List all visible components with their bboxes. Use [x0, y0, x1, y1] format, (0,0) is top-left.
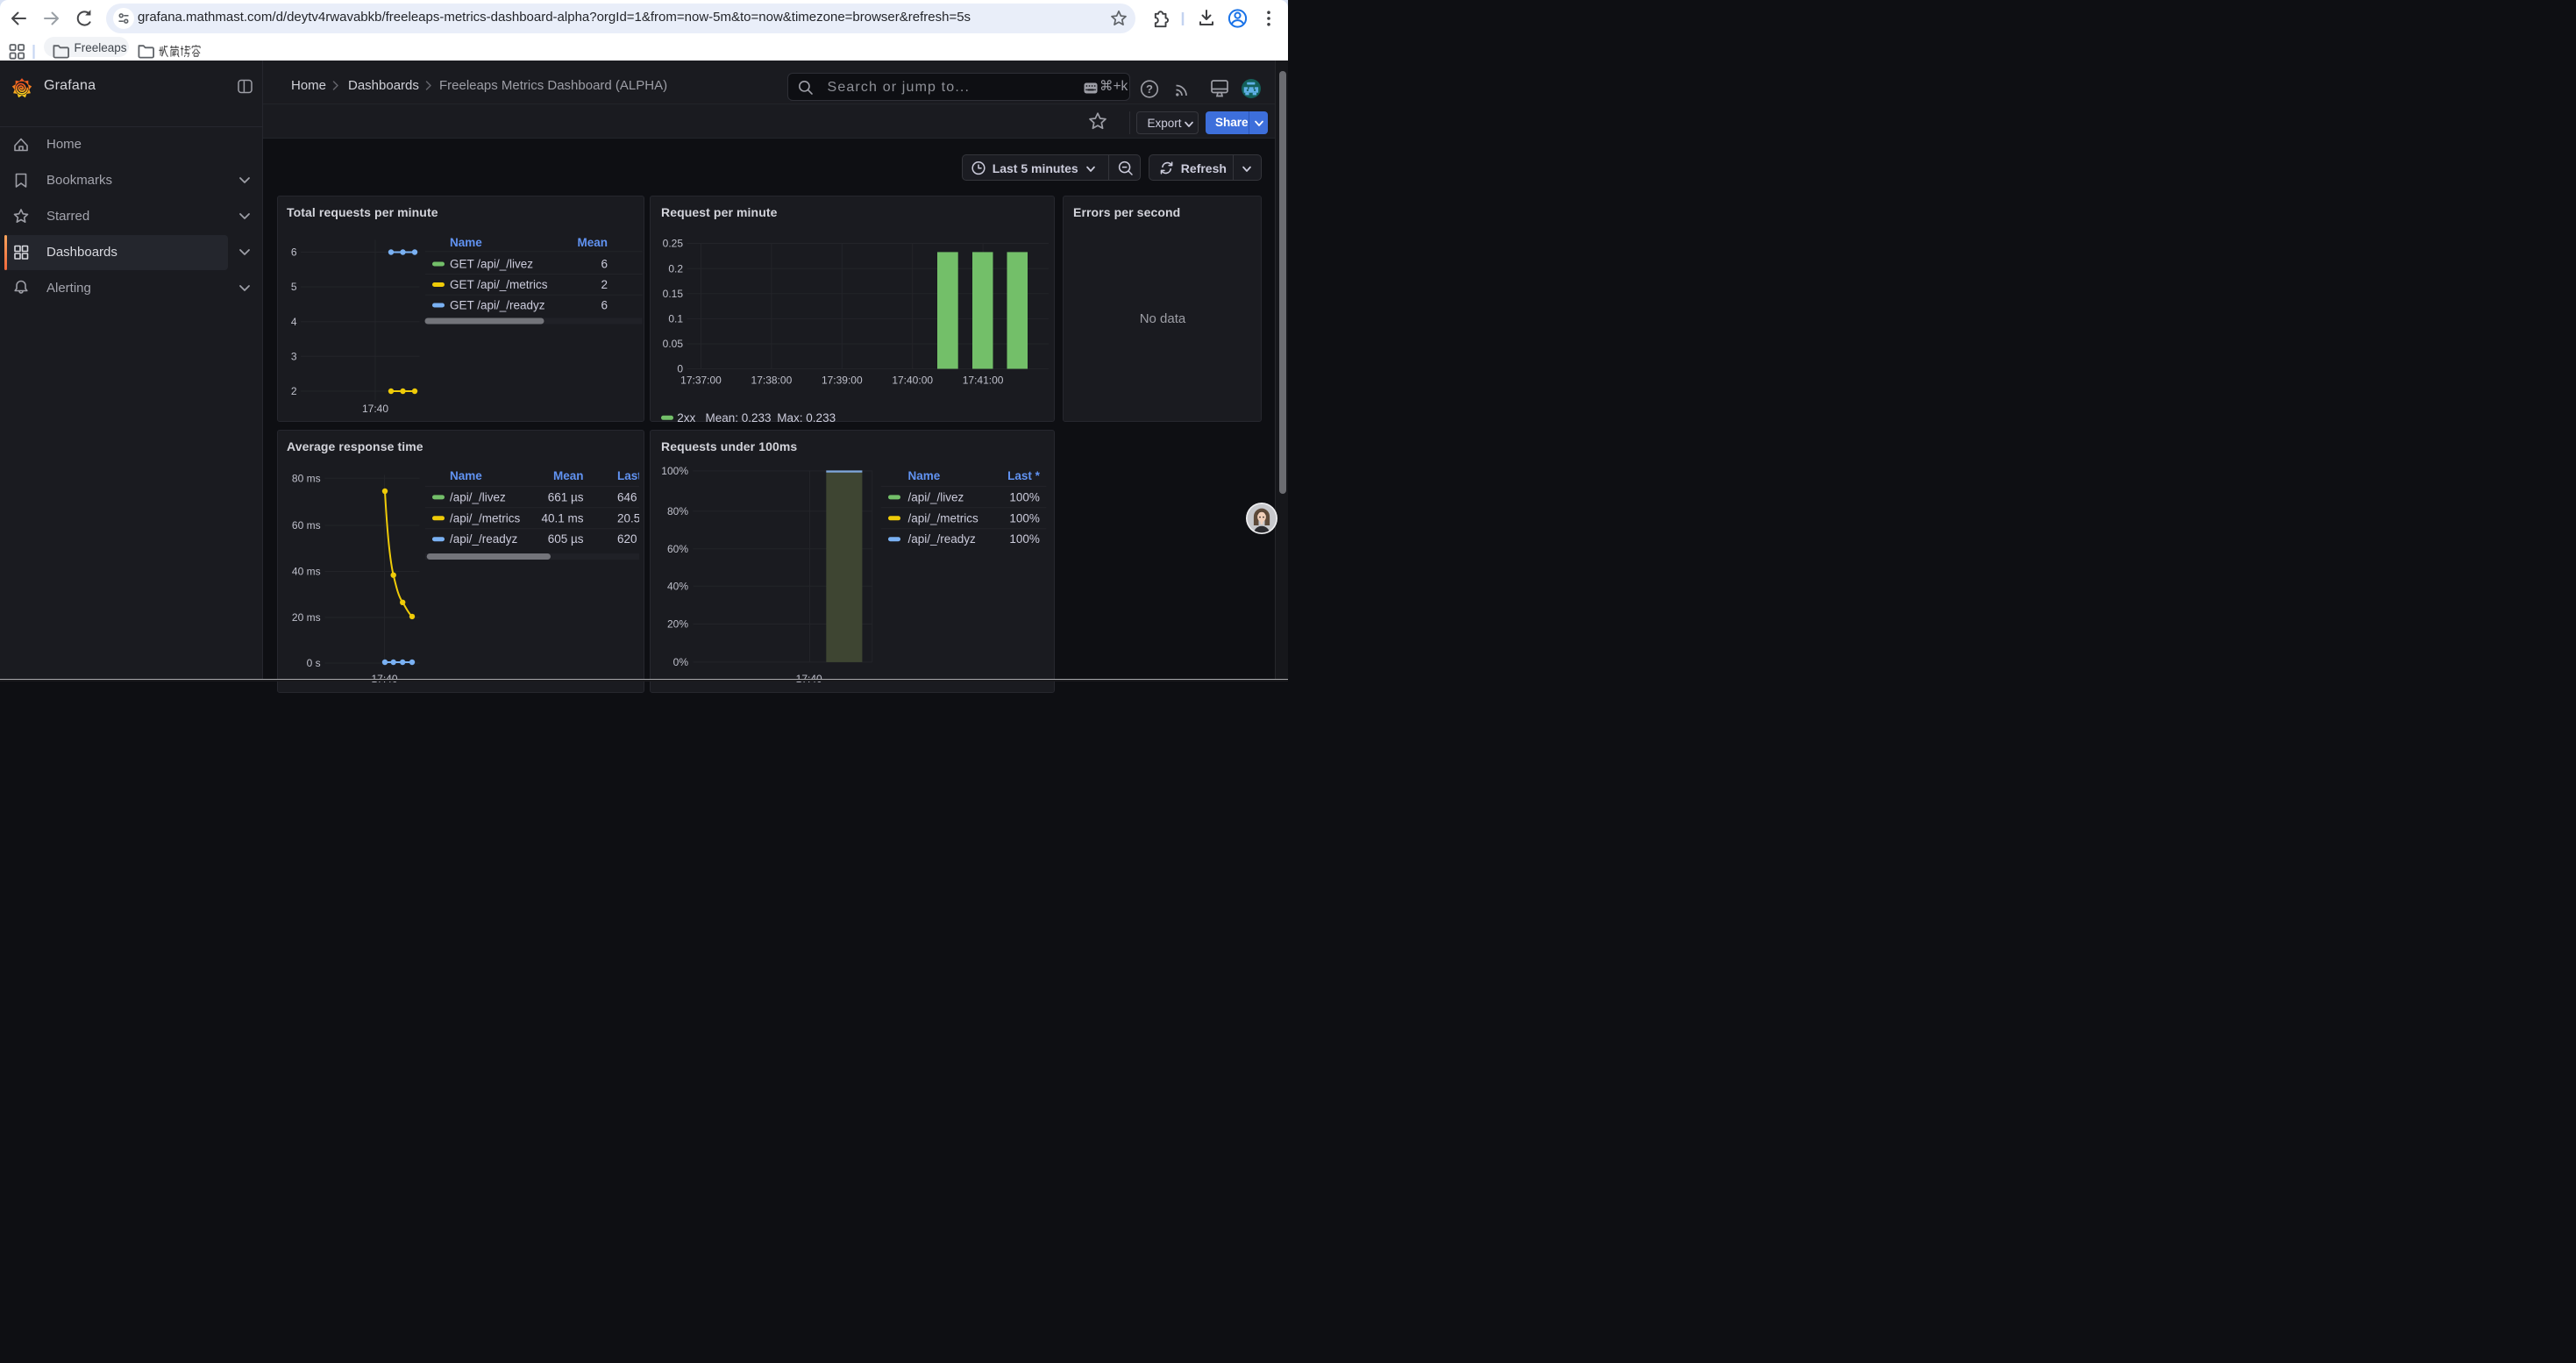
- svg-text:Name: Name: [908, 469, 941, 482]
- svg-text:/api/_/livez: /api/_/livez: [908, 490, 964, 503]
- svg-text:0%: 0%: [673, 656, 689, 668]
- svg-text:80 ms: 80 ms: [292, 472, 321, 484]
- svg-text:40.1 ms: 40.1 ms: [541, 511, 583, 525]
- svg-text:17:38:00: 17:38:00: [751, 375, 793, 387]
- svg-text:620 µs: 620 µs: [617, 532, 653, 546]
- svg-text:17:40:00: 17:40:00: [892, 375, 933, 387]
- svg-text:0.15: 0.15: [663, 288, 684, 300]
- svg-text:5: 5: [291, 281, 297, 293]
- svg-text:4: 4: [291, 316, 297, 328]
- svg-text:40%: 40%: [667, 580, 688, 592]
- svg-text:3: 3: [291, 351, 297, 363]
- svg-text:/api/_/metrics: /api/_/metrics: [450, 511, 521, 525]
- svg-text:?: ?: [1146, 82, 1153, 96]
- svg-text:100%: 100%: [1009, 490, 1040, 503]
- svg-text:605 µs: 605 µs: [548, 532, 584, 546]
- svg-text:6: 6: [601, 299, 608, 312]
- svg-text:GET /api/_/livez: GET /api/_/livez: [450, 258, 533, 271]
- svg-text:Max: 0.233: Max: 0.233: [777, 411, 836, 425]
- svg-text:GET /api/_/metrics: GET /api/_/metrics: [450, 278, 548, 291]
- svg-text:Last *: Last *: [617, 469, 651, 482]
- svg-text:100%: 100%: [1009, 532, 1040, 546]
- svg-text:20%: 20%: [667, 617, 688, 630]
- svg-text:0.2: 0.2: [668, 262, 683, 275]
- svg-text:6: 6: [291, 246, 297, 259]
- svg-text:17:40: 17:40: [362, 403, 388, 415]
- svg-text:80%: 80%: [667, 505, 688, 517]
- svg-text:646 µs: 646 µs: [617, 490, 653, 503]
- svg-text:/api/_/livez: /api/_/livez: [450, 490, 506, 503]
- svg-text:2: 2: [601, 278, 608, 291]
- svg-text:GET /api/_/readyz: GET /api/_/readyz: [450, 299, 545, 312]
- svg-text:2xx: 2xx: [677, 411, 695, 425]
- svg-text:/api/_/metrics: /api/_/metrics: [908, 511, 979, 525]
- svg-text:Mean: Mean: [553, 469, 584, 482]
- svg-text:0.1: 0.1: [668, 313, 683, 325]
- svg-text:100%: 100%: [1009, 511, 1040, 525]
- svg-text:100%: 100%: [661, 465, 688, 477]
- svg-text:17:39:00: 17:39:00: [822, 375, 863, 387]
- svg-text:0.05: 0.05: [663, 338, 684, 350]
- svg-text:20 ms: 20 ms: [292, 611, 321, 624]
- svg-text:60 ms: 60 ms: [292, 519, 321, 532]
- svg-text:6: 6: [601, 258, 608, 271]
- svg-text:60%: 60%: [667, 542, 688, 554]
- svg-text:17:37:00: 17:37:00: [680, 375, 722, 387]
- svg-text:0 s: 0 s: [307, 657, 321, 669]
- svg-text:Name: Name: [450, 469, 482, 482]
- svg-text:Name: Name: [450, 236, 482, 249]
- svg-text:661 µs: 661 µs: [548, 490, 584, 503]
- svg-text:40 ms: 40 ms: [292, 565, 321, 577]
- svg-text:2: 2: [291, 385, 297, 397]
- svg-text:0.25: 0.25: [663, 238, 684, 250]
- svg-text:17:41:00: 17:41:00: [963, 375, 1004, 387]
- svg-text:/api/_/readyz: /api/_/readyz: [908, 532, 977, 546]
- svg-text:Mean: Mean: [577, 236, 608, 249]
- svg-text:/api/_/readyz: /api/_/readyz: [450, 532, 518, 546]
- svg-text:Last *: Last *: [1007, 469, 1041, 482]
- svg-text:Mean: 0.233: Mean: 0.233: [706, 411, 772, 425]
